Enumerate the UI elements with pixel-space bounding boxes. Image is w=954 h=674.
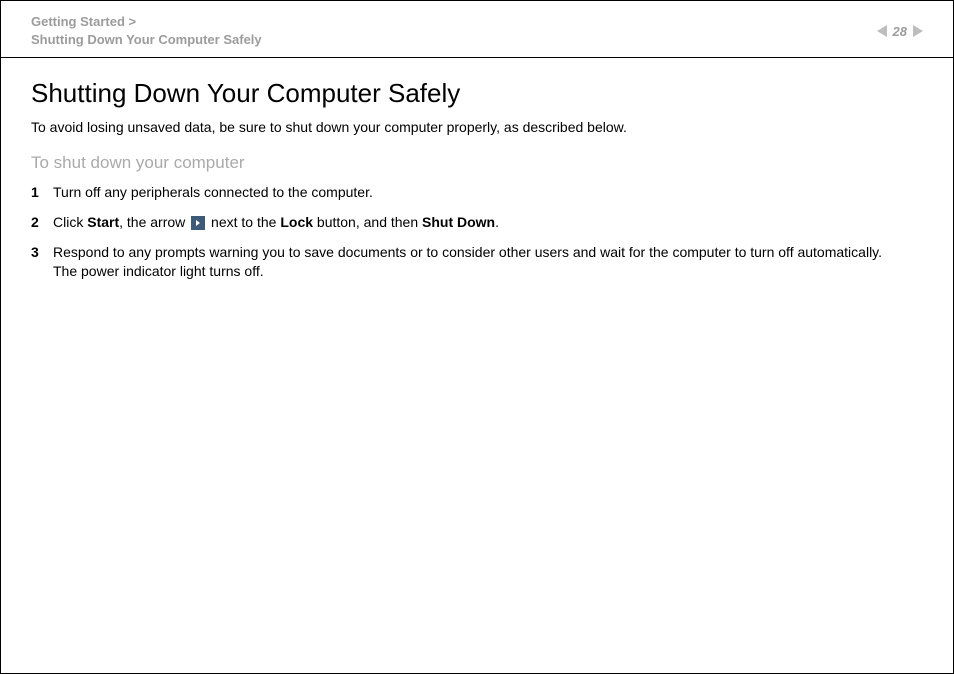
text-fragment: button, and then <box>313 214 422 230</box>
text-fragment: . <box>495 214 499 230</box>
step-1-text: Turn off any peripherals connected to th… <box>53 183 923 203</box>
intro-paragraph: To avoid losing unsaved data, be sure to… <box>31 119 923 135</box>
start-label: Start <box>87 214 119 230</box>
lock-label: Lock <box>280 214 313 230</box>
breadcrumb: Getting Started > Shutting Down Your Com… <box>31 13 262 49</box>
step-3-text: Respond to any prompts warning you to sa… <box>53 243 923 282</box>
page-number: 28 <box>893 24 907 39</box>
step-1: Turn off any peripherals connected to th… <box>31 183 923 203</box>
shutdown-label: Shut Down <box>422 214 495 230</box>
steps-list: Turn off any peripherals connected to th… <box>31 183 923 281</box>
text-fragment: next to the <box>207 214 280 230</box>
page-navigator: 28 <box>877 24 923 39</box>
arrow-icon <box>191 216 205 230</box>
page-content: Shutting Down Your Computer Safely To av… <box>1 58 953 311</box>
text-fragment: The power indicator light turns off. <box>53 263 264 279</box>
arrow-glyph <box>196 220 200 226</box>
section-subhead: To shut down your computer <box>31 153 923 173</box>
page-title: Shutting Down Your Computer Safely <box>31 78 923 109</box>
breadcrumb-line-1: Getting Started > <box>31 13 262 31</box>
text-fragment: , the arrow <box>119 214 189 230</box>
page-header: Getting Started > Shutting Down Your Com… <box>1 1 953 58</box>
step-2-text: Click Start, the arrow next to the Lock … <box>53 213 923 233</box>
prev-page-icon[interactable] <box>877 25 887 37</box>
step-3: Respond to any prompts warning you to sa… <box>31 243 923 282</box>
step-2: Click Start, the arrow next to the Lock … <box>31 213 923 233</box>
text-fragment: Click <box>53 214 87 230</box>
breadcrumb-line-2: Shutting Down Your Computer Safely <box>31 31 262 49</box>
next-page-icon[interactable] <box>913 25 923 37</box>
text-fragment: Respond to any prompts warning you to sa… <box>53 244 882 260</box>
